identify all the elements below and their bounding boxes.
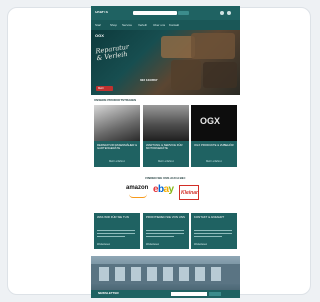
info-box-title: WAS WIR FÜR SIE TUN [97, 215, 129, 219]
product-card-body: WARTUNG & SERVICE FÜR MOTORGERÄTE Mehr e… [143, 141, 189, 167]
menu-item-rental[interactable]: Verleih [138, 24, 147, 27]
website-preview: CRAFTS Start Shop Service Verleih Über u… [91, 6, 240, 298]
product-card[interactable]: OGX OGX PRODUKTE & ZUBEHÖR Mehr erfahren [191, 105, 237, 167]
marketplaces-title: FINDEN SIE UNS AUCH BEI: [145, 177, 186, 180]
info-box-text-line [97, 236, 125, 237]
newsletter-email-input[interactable] [171, 292, 207, 296]
info-box-text-line [194, 236, 222, 237]
building-window [147, 267, 157, 281]
product-card-body: REPARATUR RASENMÄHER & GARTENGERÄTE Mehr… [94, 141, 140, 167]
info-box-link[interactable]: Weiterlesen [194, 243, 207, 246]
info-box-title: PROFITIEREN SIE VON UNS [146, 215, 185, 219]
ogx-logo: OGX [200, 116, 221, 126]
menu-item-start[interactable]: Start [95, 24, 101, 27]
hero-cta-button[interactable]: Mehr [96, 86, 113, 91]
building-window [99, 267, 109, 281]
ebay-logo[interactable]: ebay [153, 184, 174, 195]
newsletter-submit-button[interactable] [209, 292, 221, 296]
product-link[interactable]: Mehr erfahren [206, 160, 222, 163]
info-box-text-line [97, 233, 135, 234]
product-title: WARTUNG & SERVICE FÜR MOTORGERÄTE [146, 143, 183, 151]
info-box-link[interactable]: Weiterlesen [146, 243, 159, 246]
amazon-wordmark: amazon [126, 185, 149, 191]
account-icon[interactable] [220, 11, 224, 15]
cart-icon[interactable] [227, 11, 231, 15]
product-card[interactable]: REPARATUR RASENMÄHER & GARTENGERÄTE Mehr… [94, 105, 140, 167]
info-box-text-line [146, 230, 184, 231]
amazon-logo[interactable]: amazon [126, 185, 151, 200]
building-window [115, 267, 125, 281]
hero-badge: OGX [95, 34, 104, 38]
info-box[interactable]: KONTAKT & ANFAHRT Weiterlesen [191, 213, 237, 249]
info-box-text-line [194, 230, 232, 231]
building-window [195, 267, 205, 281]
hero-tool-image [203, 62, 237, 88]
product-card-body: OGX PRODUKTE & ZUBEHÖR Mehr erfahren [191, 141, 237, 167]
product-image [143, 105, 189, 141]
product-card[interactable]: WARTUNG & SERVICE FÜR MOTORGERÄTE Mehr e… [143, 105, 189, 167]
product-title: OGX PRODUKTE & ZUBEHÖR [194, 143, 234, 147]
products-section-title: UNSERE PRODUKTSTRAßEN [94, 99, 137, 102]
building-window [163, 267, 173, 281]
product-image [94, 105, 140, 141]
product-image: OGX [191, 105, 237, 141]
amazon-smile-icon [129, 194, 147, 198]
building-window [211, 267, 221, 281]
info-box-text-line [97, 230, 135, 231]
info-box-link[interactable]: Weiterlesen [97, 243, 110, 246]
info-box-text-line [194, 233, 232, 234]
search-input[interactable] [133, 11, 177, 15]
info-box-title: KONTAKT & ANFAHRT [194, 215, 225, 219]
hero-banner: OGX Reparatur & Verleih 022 1234567 Mehr [91, 30, 240, 95]
product-link[interactable]: Mehr erfahren [109, 160, 125, 163]
menu-item-contact[interactable]: Kontakt [169, 24, 179, 27]
search-button[interactable] [178, 11, 189, 15]
hero-tool-image [161, 36, 195, 58]
menu-item-about[interactable]: Über uns [153, 24, 165, 27]
product-title: REPARATUR RASENMÄHER & GARTENGERÄTE [97, 143, 137, 151]
kleinanzeigen-wordmark: Kleinan [181, 190, 200, 196]
menu-item-service[interactable]: Service [122, 24, 132, 27]
footer-banner: NEWSLETTER [91, 256, 240, 298]
hero-phone: 022 1234567 [140, 79, 158, 82]
hero-cta-label: Mehr [98, 87, 104, 90]
top-header: CRAFTS [91, 6, 240, 20]
hero-tool-image [191, 33, 235, 59]
ebay-letter: y [168, 184, 174, 195]
product-link[interactable]: Mehr erfahren [158, 160, 174, 163]
kleinanzeigen-logo[interactable]: Kleinan [179, 185, 199, 200]
building-window [179, 267, 189, 281]
newsletter-title: NEWSLETTER [98, 292, 119, 295]
menu-item-shop[interactable]: Shop [110, 24, 117, 27]
info-box[interactable]: WAS WIR FÜR SIE TUN Weiterlesen [94, 213, 140, 249]
info-box[interactable]: PROFITIEREN SIE VON UNS Weiterlesen [143, 213, 189, 249]
site-logo[interactable]: CRAFTS [95, 11, 108, 14]
info-box-text-line [146, 236, 174, 237]
hero-tool-image [171, 60, 201, 90]
info-box-text-line [146, 233, 184, 234]
hero-headline: Reparatur & Verleih [95, 43, 130, 63]
building-window [131, 267, 141, 281]
